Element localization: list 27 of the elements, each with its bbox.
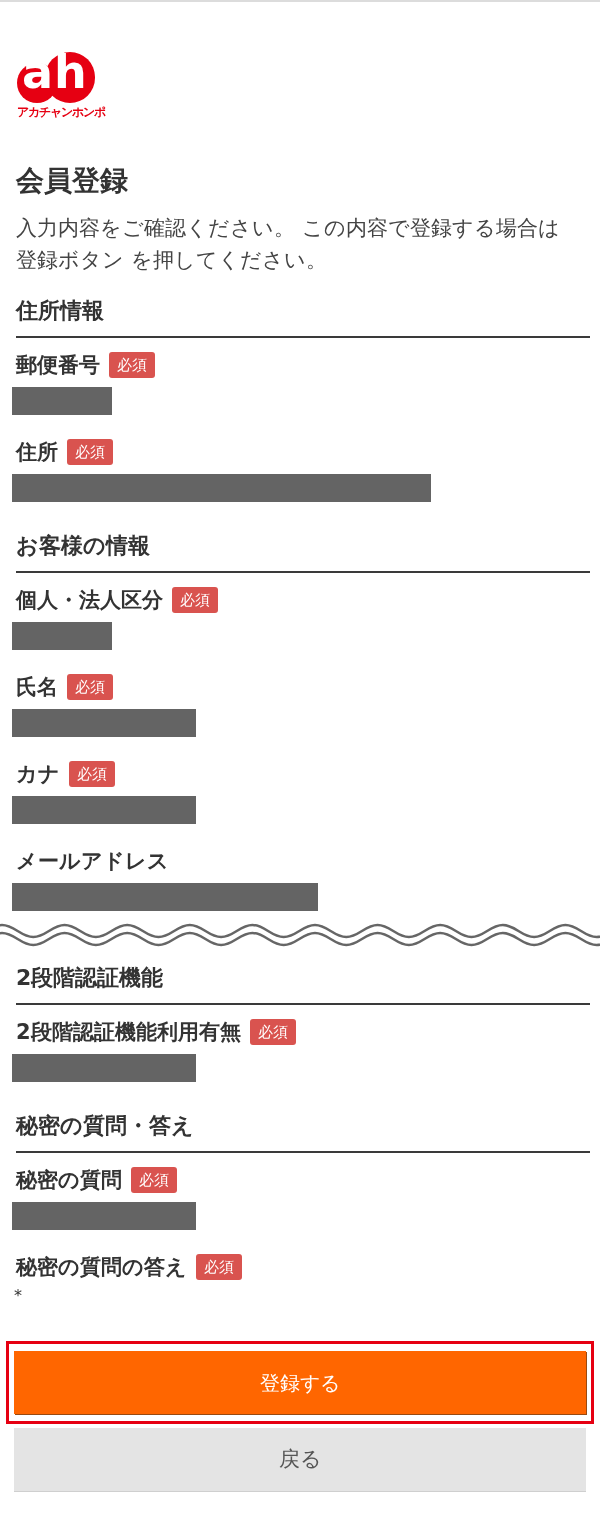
logo-brand-name: アカチャンホンポ bbox=[17, 105, 105, 119]
field-value: * bbox=[14, 1285, 22, 1307]
required-badge: 必須 bbox=[172, 587, 218, 613]
required-badge: 必須 bbox=[67, 439, 113, 465]
required-badge: 必須 bbox=[69, 761, 115, 787]
required-badge: 必須 bbox=[249, 1019, 296, 1045]
field-label: 氏名 bbox=[16, 674, 58, 701]
required-badge: 必須 bbox=[196, 1254, 242, 1280]
field-label: カナ bbox=[16, 761, 60, 788]
field-label: 住所 bbox=[16, 439, 58, 466]
field-label: メールアドレス bbox=[16, 848, 169, 875]
field-label: 2段階認証機能利用有無 bbox=[16, 1019, 241, 1046]
page-description: 入力内容をご確認ください。 この内容で登録する場合は登録ボタン を押してください。 bbox=[16, 215, 561, 274]
logo-mark: ah bbox=[17, 52, 95, 103]
field-label: 郵便番号 bbox=[16, 352, 100, 379]
field-label: 個人・法人区分 bbox=[16, 587, 163, 614]
section-heading: 住所情報 bbox=[16, 297, 104, 325]
required-badge: 必須 bbox=[131, 1167, 177, 1193]
required-badge: 必須 bbox=[109, 352, 155, 378]
field-label: 秘密の質問の答え bbox=[16, 1254, 187, 1281]
section-heading: 2段階認証機能 bbox=[16, 964, 164, 992]
page-title: 会員登録 bbox=[16, 163, 128, 199]
section-heading: お客様の情報 bbox=[16, 532, 150, 560]
required-badge: 必須 bbox=[67, 674, 113, 700]
field-label: 秘密の質問 bbox=[16, 1167, 122, 1194]
section-heading: 秘密の質問・答え bbox=[16, 1112, 194, 1140]
back-button[interactable]: 戻る bbox=[14, 1428, 586, 1491]
